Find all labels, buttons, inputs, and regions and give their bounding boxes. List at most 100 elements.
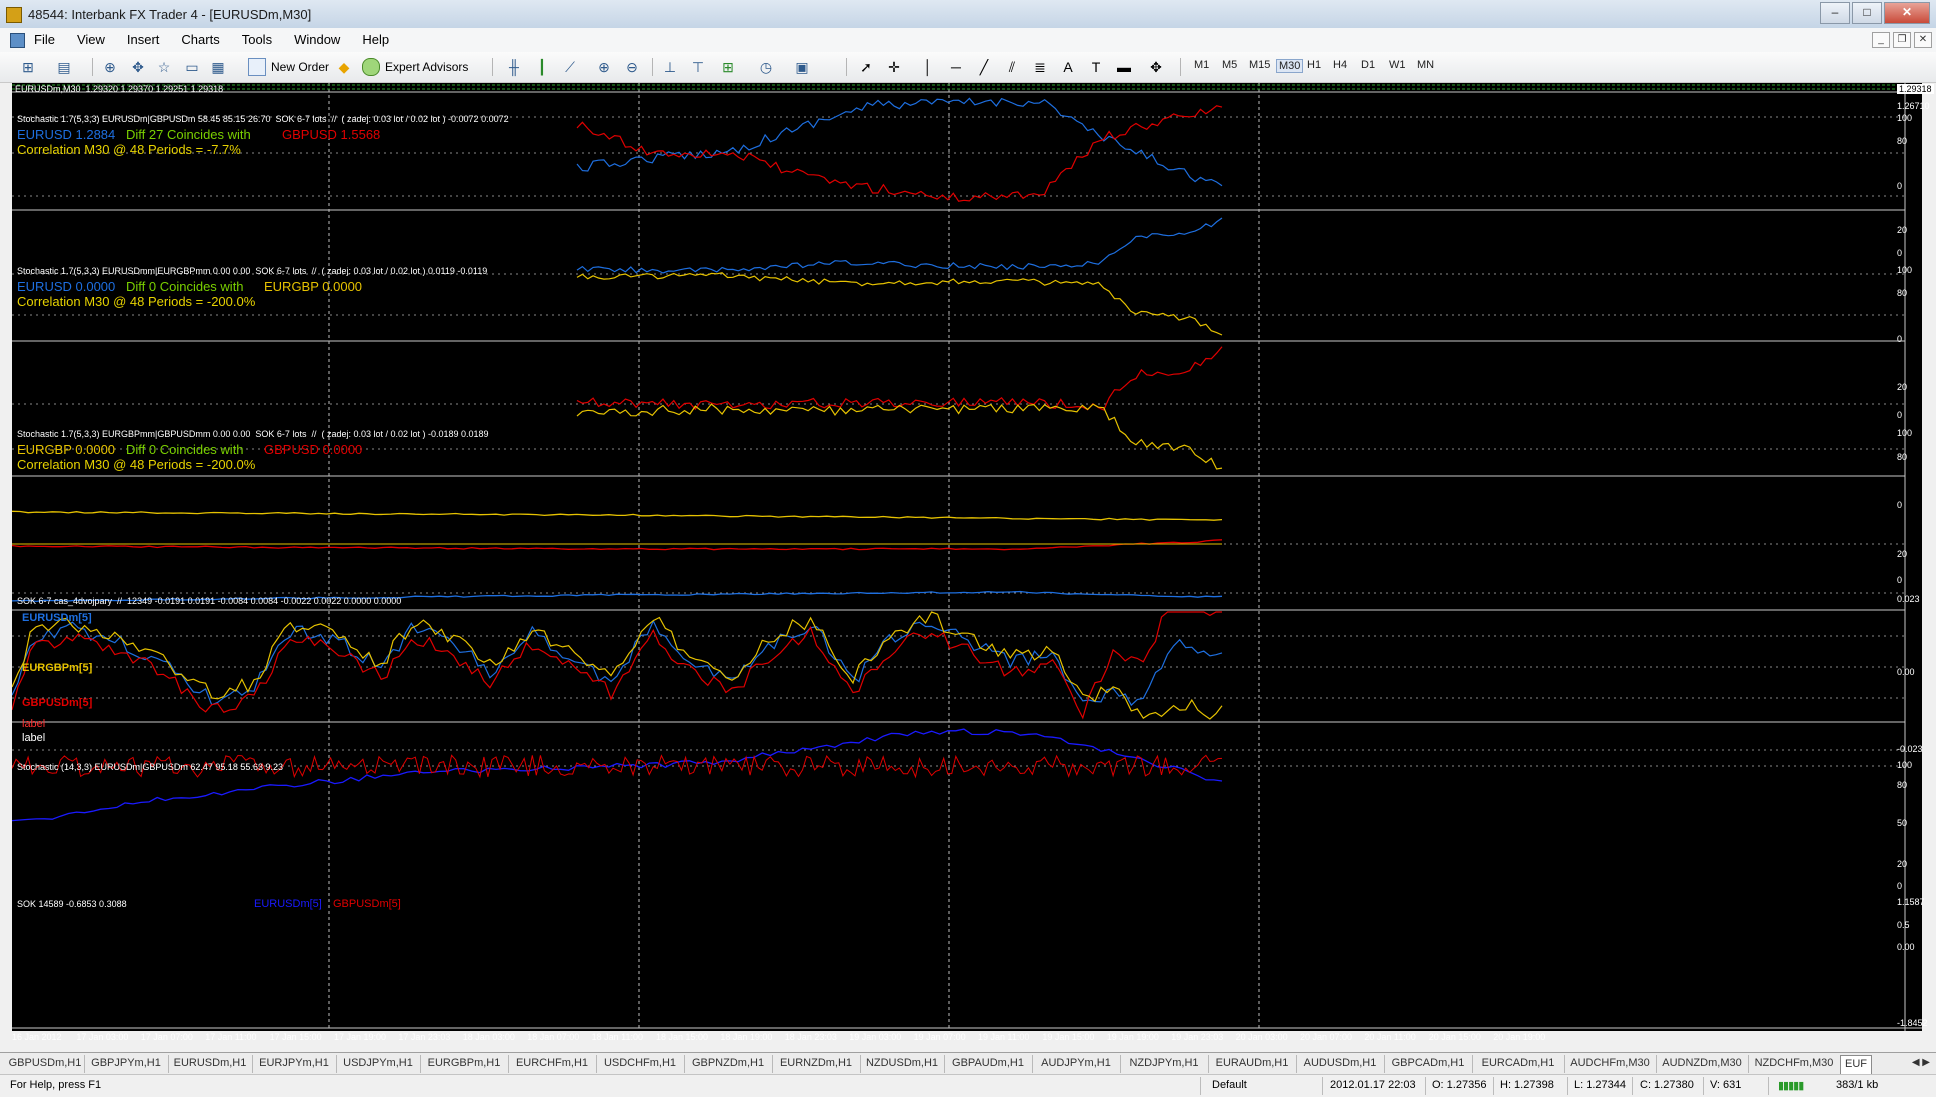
close-button[interactable]: ✕: [1884, 2, 1930, 24]
indicators-icon[interactable]: ⊞: [718, 57, 738, 77]
tab-scroll-arrows[interactable]: ◀ ▶: [1912, 1057, 1930, 1068]
x-axis-label: 18 Jan 23:03: [784, 1032, 837, 1042]
new-order-button[interactable]: New Order: [248, 58, 329, 76]
chart-tab-euraudm-h1[interactable]: EURAUDm,H1: [1208, 1055, 1297, 1073]
timeframe-m5[interactable]: M5: [1222, 59, 1237, 71]
app-icon: [6, 7, 22, 23]
crosshair-icon[interactable]: ✛: [884, 57, 904, 77]
menu-view[interactable]: View: [77, 32, 105, 47]
expert-advisors-button[interactable]: Expert Advisors: [362, 58, 468, 76]
chart-shift-icon[interactable]: ⊥: [660, 57, 680, 77]
horizontal-line-icon[interactable]: ─: [946, 57, 966, 77]
maximize-button[interactable]: □: [1852, 2, 1882, 24]
market-watch-icon[interactable]: ⊕: [100, 57, 120, 77]
chart-tab-gbpcadm-h1[interactable]: GBPCADm,H1: [1384, 1055, 1473, 1073]
panel2-pair-b: EURGBP 0.0000: [264, 279, 363, 294]
chart-tab-eurusdm-h1[interactable]: EURUSDm,H1: [168, 1055, 253, 1073]
chart-tab-eurcadm-h1[interactable]: EURCADm,H1: [1472, 1055, 1565, 1073]
cursor-icon[interactable]: ➚: [856, 57, 876, 77]
menu-charts[interactable]: Charts: [181, 32, 219, 47]
timeframe-mn[interactable]: MN: [1417, 59, 1434, 71]
status-open: O: 1.27356: [1432, 1079, 1487, 1091]
timeframe-h4[interactable]: H4: [1333, 59, 1347, 71]
chart-tab-euf[interactable]: EUF: [1840, 1055, 1872, 1074]
timeframe-m1[interactable]: M1: [1194, 59, 1209, 71]
x-axis-label: 16 Jan 2012: [12, 1032, 62, 1042]
chart-tab-eurjpym-h1[interactable]: EURJPYm,H1: [252, 1055, 337, 1073]
mdi-restore-button[interactable]: ❐: [1893, 32, 1911, 48]
chart-tab-audjpym-h1[interactable]: AUDJPYm,H1: [1032, 1055, 1121, 1073]
x-axis-label: 17 Jan 03:00: [76, 1032, 129, 1042]
chart-window[interactable]: [12, 83, 1922, 1031]
status-time: 2012.01.17 22:03: [1330, 1079, 1416, 1091]
profiles-icon[interactable]: ▤: [54, 57, 74, 77]
chart-tab-eurchfm-h1[interactable]: EURCHFm,H1: [508, 1055, 597, 1073]
strategy-tester-icon[interactable]: ▦: [208, 57, 228, 77]
arrows-icon[interactable]: ▬: [1114, 57, 1134, 77]
chart-tab-nzdjpym-h1[interactable]: NZDJPYm,H1: [1120, 1055, 1209, 1073]
timeframe-m30[interactable]: M30: [1276, 59, 1304, 73]
status-separator: [1493, 1077, 1494, 1095]
candlestick-icon[interactable]: ┃: [532, 57, 552, 77]
mdi-minimize-button[interactable]: _: [1872, 32, 1890, 48]
title-bar: 48544: Interbank FX Trader 4 - [EURUSDm,…: [0, 0, 1936, 29]
chart-tab-audnzdm-m30[interactable]: AUDNZDm,M30: [1656, 1055, 1749, 1073]
text-label-icon[interactable]: T: [1086, 57, 1106, 77]
periods-icon[interactable]: ◷: [756, 57, 776, 77]
status-separator: [1703, 1077, 1704, 1095]
x-axis-label: 17 Jan 23:03: [398, 1032, 451, 1042]
templates-icon[interactable]: ▣: [792, 57, 812, 77]
metaeditor-icon[interactable]: ◆: [334, 57, 354, 77]
text-icon[interactable]: A: [1058, 57, 1078, 77]
zoom-out-icon[interactable]: ⊖: [622, 57, 642, 77]
timeframe-w1[interactable]: W1: [1389, 59, 1406, 71]
chart-tab-gbpnzdm-h1[interactable]: GBPNZDm,H1: [684, 1055, 773, 1073]
minimize-button[interactable]: –: [1820, 2, 1850, 24]
fibonacci-icon[interactable]: ≣: [1030, 57, 1050, 77]
chart-tab-usdchfm-h1[interactable]: USDCHFm,H1: [596, 1055, 685, 1073]
chart-tab-gbpusdm-h1[interactable]: GBPUSDm,H1: [6, 1055, 85, 1073]
chart-tab-gbpjpym-h1[interactable]: GBPJPYm,H1: [84, 1055, 169, 1073]
terminal-icon[interactable]: ▭: [182, 57, 202, 77]
chart-tab-nzdchfm-m30[interactable]: NZDCHFm,M30: [1748, 1055, 1841, 1073]
menu-insert[interactable]: Insert: [127, 32, 160, 47]
chart-tab-usdjpym-h1[interactable]: USDJPYm,H1: [336, 1055, 421, 1073]
x-axis-label: 18 Jan 11:00: [591, 1032, 643, 1042]
panel2-scale-0: 0: [1897, 410, 1903, 420]
autoscroll-icon[interactable]: ⊤: [688, 57, 708, 77]
data-window-icon[interactable]: ✥: [128, 57, 148, 77]
line-chart-icon[interactable]: ⟋: [560, 57, 580, 77]
panel2-pair-a: EURUSD 0.0000: [17, 279, 116, 294]
new-chart-icon[interactable]: ⊞: [18, 57, 38, 77]
vertical-line-icon[interactable]: │: [918, 57, 938, 77]
menu-file[interactable]: File: [34, 32, 55, 47]
chart-tab-gbpaudm-h1[interactable]: GBPAUDm,H1: [944, 1055, 1033, 1073]
panel4-label-eurusd: EURUSDm[5]: [22, 612, 92, 624]
panel5-scale-0: 0: [1897, 881, 1903, 891]
chart-tab-eurnzdm-h1[interactable]: EURNZDm,H1: [772, 1055, 861, 1073]
trendline-icon[interactable]: ╱: [974, 57, 994, 77]
menu-window[interactable]: Window: [294, 32, 340, 47]
timeframe-d1[interactable]: D1: [1361, 59, 1375, 71]
panel4-eurgbp-line: [12, 510, 1223, 521]
zoom-in-icon[interactable]: ⊕: [594, 57, 614, 77]
channel-icon[interactable]: ⫽: [1002, 57, 1022, 77]
document-icon[interactable]: [10, 33, 25, 48]
shapes-icon[interactable]: ✥: [1146, 57, 1166, 77]
menu-help[interactable]: Help: [362, 32, 389, 47]
panel1-diff: Diff 27 Coincides with: [126, 127, 251, 142]
chart-tab-eurgbpm-h1[interactable]: EURGBPm,H1: [420, 1055, 509, 1073]
x-axis-label: 17 Jan 15:00: [269, 1032, 322, 1042]
status-profile: Default: [1212, 1079, 1247, 1091]
bar-chart-icon[interactable]: ╫: [504, 57, 524, 77]
timeframe-m15[interactable]: M15: [1249, 59, 1270, 71]
menu-tools[interactable]: Tools: [242, 32, 272, 47]
timeframe-h1[interactable]: H1: [1307, 59, 1321, 71]
chart-tab-audchfm-m30[interactable]: AUDCHFm,M30: [1564, 1055, 1657, 1073]
navigator-icon[interactable]: ☆: [154, 57, 174, 77]
chart-tab-nzdusdm-h1[interactable]: NZDUSDm,H1: [860, 1055, 945, 1073]
mdi-close-button[interactable]: ✕: [1914, 32, 1932, 48]
panel6-label-gbpusd: GBPUSDm[5]: [333, 898, 401, 910]
chart-tab-audusdm-h1[interactable]: AUDUSDm,H1: [1296, 1055, 1385, 1073]
expert-advisors-icon: [362, 58, 380, 76]
